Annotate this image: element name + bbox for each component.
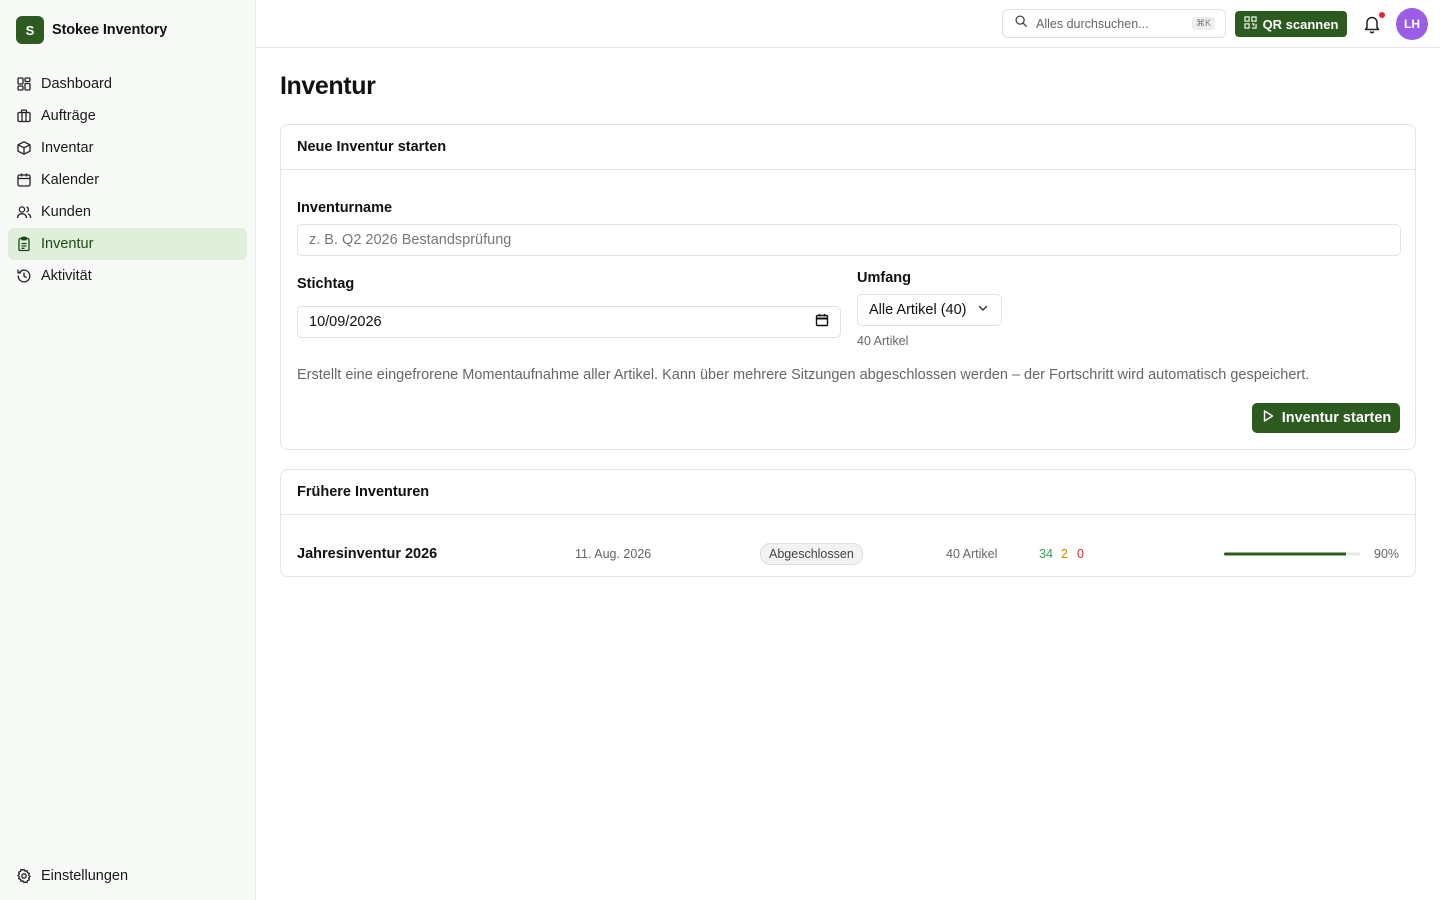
sidebar-item-auftraege[interactable]: Aufträge bbox=[8, 100, 247, 132]
bell-icon[interactable] bbox=[1363, 14, 1381, 34]
qr-scan-label: QR scannen bbox=[1262, 16, 1339, 32]
notification-dot bbox=[1379, 12, 1385, 18]
chevron-down-icon bbox=[977, 302, 989, 318]
sidebar-item-label: Aktivität bbox=[41, 268, 92, 284]
inventory-name: Jahresinventur 2026 bbox=[297, 546, 438, 562]
settings-section: Einstellungen bbox=[8, 860, 247, 892]
snapshot-hint: Erstellt eine eingefrorene Momentaufnahm… bbox=[297, 367, 1310, 383]
sidebar-item-label: Aufträge bbox=[41, 108, 96, 124]
topbar: ⌘K QR scannen LH bbox=[256, 0, 1440, 48]
sidebar-item-label: Kalender bbox=[41, 172, 100, 188]
sidebar-nav: Dashboard Aufträge Inventar Kalender Kun… bbox=[8, 68, 247, 292]
sidebar-item-label: Inventur bbox=[41, 236, 94, 252]
sidebar-item-label: Inventar bbox=[41, 140, 94, 156]
users-icon bbox=[16, 204, 32, 220]
past-inventories-card: Frühere Inventuren Jahresinventur 2026 1… bbox=[280, 469, 1416, 577]
scope-select[interactable]: Alle Artikel (40) bbox=[857, 294, 1002, 326]
start-inventory-label: Inventur starten bbox=[1281, 410, 1392, 426]
matched-count: 34 bbox=[1039, 547, 1053, 561]
box-icon bbox=[16, 140, 32, 156]
gear-icon bbox=[16, 868, 32, 884]
inventory-name-input[interactable] bbox=[297, 224, 1401, 256]
search-input[interactable] bbox=[1036, 16, 1176, 31]
card-title: Frühere Inventuren bbox=[281, 470, 1415, 515]
inventory-name-label: Inventurname bbox=[297, 200, 393, 216]
table-row[interactable]: Jahresinventur 2026 11. Aug. 2026 Abgesc… bbox=[281, 532, 1417, 576]
cutoff-date-input[interactable]: 10/09/2026 bbox=[297, 306, 841, 338]
sidebar-item-settings[interactable]: Einstellungen bbox=[8, 860, 247, 892]
search-icon bbox=[1014, 14, 1028, 33]
sidebar-item-kunden[interactable]: Kunden bbox=[8, 196, 247, 228]
search-shortcut: ⌘K bbox=[1191, 17, 1215, 30]
status-badge: Abgeschlossen bbox=[760, 543, 863, 565]
scope-select-value: Alle Artikel (40) bbox=[869, 302, 967, 318]
calendar-icon bbox=[16, 172, 32, 188]
card-title: Neue Inventur starten bbox=[281, 125, 1415, 170]
brand-logo: S bbox=[16, 16, 44, 44]
discrepancy-count: 2 bbox=[1061, 547, 1068, 561]
sidebar-item-label: Einstellungen bbox=[41, 868, 129, 884]
play-icon bbox=[1261, 409, 1275, 427]
avatar[interactable]: LH bbox=[1396, 8, 1428, 40]
qr-scan-button[interactable]: QR scannen bbox=[1235, 11, 1347, 37]
dashboard-icon bbox=[16, 76, 32, 92]
history-icon bbox=[16, 268, 32, 284]
page-title: Inventur bbox=[280, 72, 376, 100]
brand[interactable]: S Stokee Inventory bbox=[16, 16, 167, 44]
cutoff-date-value: 10/09/2026 bbox=[309, 314, 382, 330]
sidebar-item-inventar[interactable]: Inventar bbox=[8, 132, 247, 164]
missing-count: 0 bbox=[1077, 547, 1084, 561]
start-inventory-button[interactable]: Inventur starten bbox=[1252, 403, 1400, 433]
clipboard-icon bbox=[16, 236, 32, 252]
sidebar: S Stokee Inventory Dashboard Aufträge In… bbox=[0, 0, 256, 900]
inventory-date: 11. Aug. 2026 bbox=[575, 547, 652, 561]
scope-label: Umfang bbox=[857, 270, 911, 286]
cutoff-date-label: Stichtag bbox=[297, 276, 355, 292]
progress-bar-fill bbox=[1224, 552, 1347, 556]
scope-count: 40 Artikel bbox=[857, 334, 909, 348]
sidebar-item-label: Dashboard bbox=[41, 76, 112, 92]
sidebar-item-aktivitaet[interactable]: Aktivität bbox=[8, 260, 247, 292]
qr-code-icon bbox=[1243, 16, 1257, 32]
briefcase-icon bbox=[16, 108, 32, 124]
search-box[interactable]: ⌘K bbox=[1002, 9, 1226, 38]
progress-percent: 90% bbox=[1374, 547, 1400, 561]
sidebar-item-label: Kunden bbox=[41, 204, 91, 220]
sidebar-item-dashboard[interactable]: Dashboard bbox=[8, 68, 247, 100]
sidebar-item-inventur[interactable]: Inventur bbox=[8, 228, 247, 260]
progress-bar bbox=[1224, 552, 1360, 556]
brand-name: Stokee Inventory bbox=[52, 22, 168, 38]
calendar-picker-icon[interactable] bbox=[815, 313, 829, 331]
sidebar-item-kalender[interactable]: Kalender bbox=[8, 164, 247, 196]
item-count: 40 Artikel bbox=[946, 547, 998, 561]
new-inventory-card: Neue Inventur starten Inventurname Stich… bbox=[280, 124, 1416, 450]
